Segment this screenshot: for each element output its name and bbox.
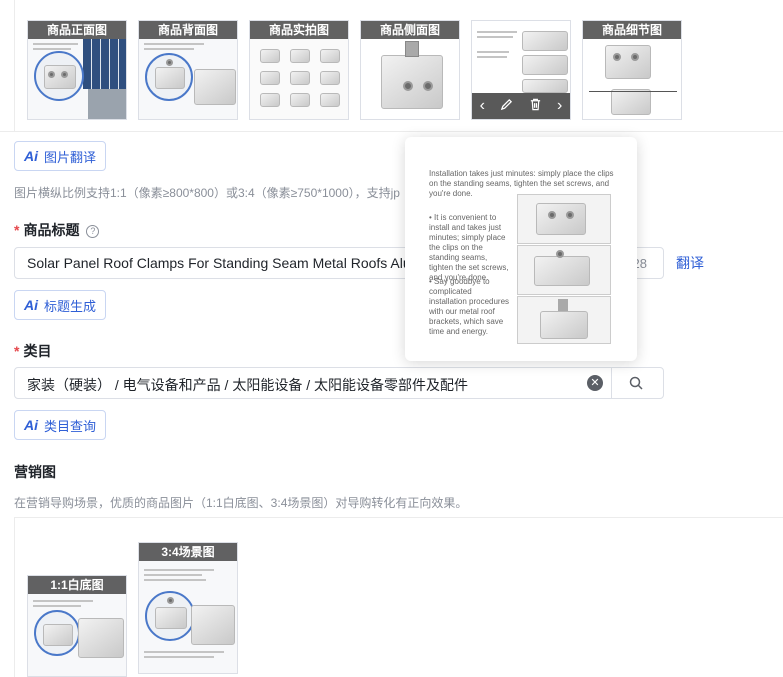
text-line — [477, 51, 509, 53]
image-translate-label: 图片翻译 — [44, 149, 97, 165]
text-line — [477, 36, 513, 38]
marketing-hint: 在营销导购场景，优质的商品图片（1:1白底图、3:4场景图）对导购转化有正向效果… — [14, 496, 468, 510]
category-label-text: 类目 — [23, 343, 52, 359]
popup-image-3 — [517, 296, 611, 344]
required-mark: * — [14, 222, 20, 238]
thumb-label: 商品背面图 — [139, 21, 237, 39]
thumb-label: 商品正面图 — [28, 21, 126, 39]
title-section-label: * 商品标题 ? — [14, 220, 100, 240]
thumb-detail[interactable]: 商品细节图 — [582, 20, 682, 120]
solar-panel-graphic — [83, 39, 126, 89]
thumb-real[interactable]: 商品实拍图 — [249, 20, 349, 120]
category-value: 家装（硬装） / 电气设备和产品 / 太阳能设备 / 太阳能设备零部件及配件 — [27, 377, 469, 393]
text-line — [144, 579, 206, 581]
marketing-thumb-label: 1:1白底图 — [28, 576, 126, 594]
delete-trash-icon[interactable] — [529, 98, 542, 114]
text-line — [477, 56, 507, 58]
category-query-button[interactable]: Ai 类目查询 — [14, 410, 107, 440]
thumb-back[interactable]: 商品背面图 — [138, 20, 238, 120]
image-translate-button[interactable]: Ai 图片翻译 — [14, 141, 107, 171]
divider — [611, 368, 612, 398]
marketing-scene-image[interactable]: 3:4场景图 — [138, 542, 238, 674]
detail-circle — [145, 591, 195, 641]
marketing-section-label: 营销图 — [14, 464, 56, 480]
product-image-gallery: 商品正面图 商品背面图 商品实拍图 商品侧面图 ‹ › 商品细节图 — [0, 0, 783, 132]
text-line — [33, 43, 78, 45]
text-line — [144, 651, 224, 653]
title-generate-label: 标题生成 — [44, 298, 97, 314]
prev-arrow-icon[interactable]: ‹ — [480, 97, 485, 115]
text-line — [144, 569, 214, 571]
category-query-label: 类目查询 — [44, 418, 97, 434]
popup-image-1 — [517, 194, 611, 244]
image-preview-popup: Installation takes just minutes: simply … — [405, 137, 637, 361]
dimension-line — [589, 91, 677, 92]
ai-icon: Ai — [24, 148, 38, 164]
clear-icon[interactable]: ✕ — [587, 375, 603, 391]
thumb-label: 商品侧面图 — [361, 21, 459, 39]
text-line — [144, 43, 204, 45]
next-arrow-icon[interactable]: › — [557, 97, 562, 115]
detail-circle — [34, 610, 80, 656]
popup-bullet-1: • It is convenient to install and takes … — [429, 213, 509, 282]
marketing-white-bg-image[interactable]: 1:1白底图 — [27, 575, 127, 677]
image-hint: 图片横纵比例支持1:1（像素≥800*800）或3:4（像素≥750*1000）… — [14, 186, 400, 200]
text-line — [144, 656, 214, 658]
detail-circle — [145, 53, 193, 101]
thumb-hovered[interactable]: ‹ › — [471, 20, 571, 120]
title-label-text: 商品标题 — [23, 222, 80, 238]
help-question-icon[interactable]: ? — [86, 224, 100, 238]
thumb-front[interactable]: 商品正面图 — [27, 20, 127, 120]
text-line — [33, 600, 93, 602]
title-input-value: Solar Panel Roof Clamps For Standing Sea… — [27, 255, 423, 271]
category-section-label: * 类目 — [14, 341, 51, 361]
roof-graphic — [88, 89, 126, 119]
text-line — [144, 48, 194, 50]
text-line — [144, 574, 202, 576]
detail-circle — [34, 51, 84, 101]
text-line — [33, 48, 71, 50]
required-mark: * — [14, 343, 20, 359]
search-icon[interactable] — [629, 376, 643, 393]
popup-bullet-2: • Say goodbye to complicated installatio… — [429, 277, 510, 336]
clamp-graphic — [611, 89, 651, 115]
marketing-thumb-label: 3:4场景图 — [139, 543, 237, 561]
ai-icon: Ai — [24, 297, 38, 313]
clamp-graphic — [191, 605, 235, 645]
thumb-hover-toolbar: ‹ › — [472, 93, 570, 119]
thumb-label: 商品实拍图 — [250, 21, 348, 39]
popup-bullet-2-text: Say goodbye to complicated installation … — [429, 277, 510, 336]
clamp-graphic — [194, 69, 236, 105]
marketing-image-area — [14, 517, 783, 677]
popup-image-2 — [517, 245, 611, 295]
clamp-graphic — [78, 618, 124, 658]
thumb-side[interactable]: 商品侧面图 — [360, 20, 460, 120]
bolt-graphic — [405, 41, 419, 57]
gallery-left-border — [14, 0, 15, 132]
title-translate-link[interactable]: 翻译 — [676, 253, 704, 273]
clamp-graphic — [605, 45, 651, 79]
title-generate-button[interactable]: Ai 标题生成 — [14, 290, 107, 320]
edit-pencil-icon[interactable] — [500, 98, 513, 114]
popup-bullet-1-text: It is convenient to install and takes ju… — [429, 213, 509, 282]
ai-icon: Ai — [24, 417, 38, 433]
category-cascader[interactable]: 家装（硬装） / 电气设备和产品 / 太阳能设备 / 太阳能设备零部件及配件 ✕ — [14, 367, 664, 399]
thumb-label: 商品细节图 — [583, 21, 681, 39]
text-line — [33, 605, 81, 607]
text-line — [477, 31, 517, 33]
